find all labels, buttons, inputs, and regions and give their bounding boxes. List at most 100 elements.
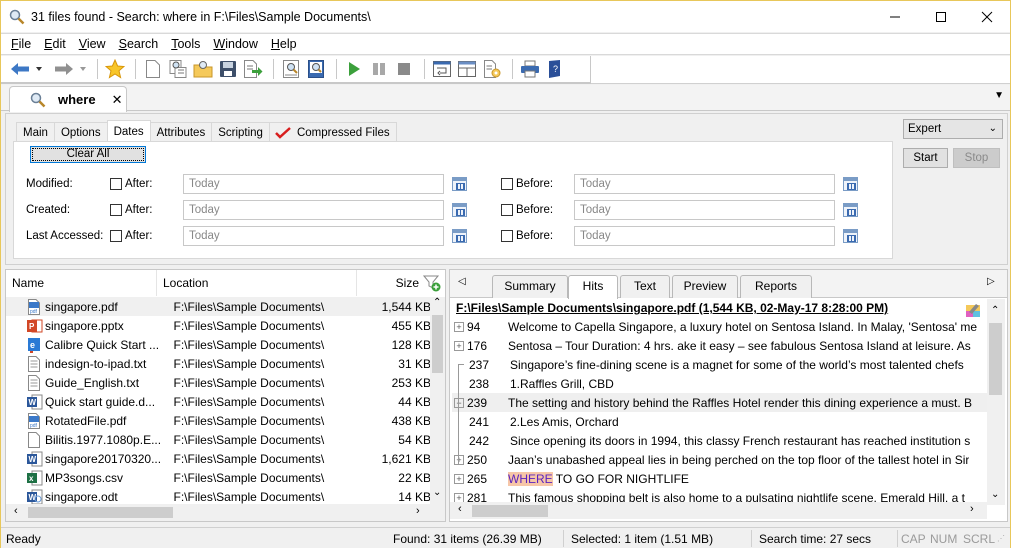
back-button[interactable] [9,58,31,80]
after-checkbox[interactable] [110,204,122,216]
scroll-right-icon[interactable]: › [416,505,420,517]
layout-button[interactable] [456,58,478,80]
back-dropdown-button[interactable] [34,58,44,80]
expand-icon[interactable]: + [454,473,464,484]
results-vertical-scrollbar[interactable]: ⌃ ⌄ [430,297,445,504]
preview-tab-preview[interactable]: Preview [672,275,738,298]
column-header-location[interactable]: Location [157,269,357,296]
clear-all-button[interactable]: Clear All [30,146,146,163]
scroll-left-icon[interactable]: ‹ [458,503,462,515]
favorites-button[interactable] [104,58,126,80]
tab-list-dropdown-icon[interactable]: ▼ [994,90,1004,101]
search-document-button[interactable] [280,58,302,80]
calendar-icon[interactable] [452,203,467,217]
menu-tools[interactable]: Tools [171,37,200,51]
hit-row[interactable]: + 250 Jaan’s unabashed appeal lies in be… [452,450,987,469]
calendar-icon[interactable] [843,177,858,191]
hits-vertical-scrollbar[interactable]: ⌃ ⌄ [987,299,1005,505]
expand-icon[interactable]: + [454,340,464,351]
scroll-down-icon[interactable]: ⌄ [433,487,441,498]
hits-horizontal-scrollbar[interactable]: ‹ › [450,502,987,519]
save-button[interactable] [217,58,239,80]
maximize-button[interactable] [918,1,964,32]
scroll-down-icon[interactable]: ⌄ [991,489,999,500]
mode-select[interactable]: Expert ⌄ [903,119,1003,139]
help-button[interactable]: ? [544,58,566,80]
options-tab-main[interactable]: Main [16,122,55,142]
menu-help[interactable]: Help [271,37,297,51]
after-checkbox[interactable] [110,178,122,190]
menu-window[interactable]: Window [213,37,257,51]
scroll-up-icon[interactable]: ⌃ [991,305,999,316]
result-row[interactable]: W Quick start guide.d... F:\Files\Sample… [6,392,431,411]
expand-icon[interactable]: + [454,321,464,332]
options-tab-options[interactable]: Options [53,122,108,142]
scroll-right-icon[interactable]: › [970,503,974,515]
open-folder-button[interactable] [192,58,214,80]
result-row[interactable]: W singapore20170320... F:\Files\Sample D… [6,449,431,468]
calendar-icon[interactable] [843,203,858,217]
menu-search[interactable]: Search [119,37,159,51]
new-search-button[interactable] [142,58,164,80]
before-checkbox[interactable] [501,230,513,242]
options-tab-attributes[interactable]: Attributes [149,122,213,142]
print-button[interactable] [519,58,541,80]
column-header-size[interactable]: Size [357,270,421,296]
menu-file[interactable]: File [11,37,31,51]
close-button[interactable] [964,1,1010,32]
pause-button[interactable] [368,58,390,80]
options-tab-dates[interactable]: Dates [106,120,151,142]
result-row[interactable]: indesign-to-ipad.txt F:\Files\Sample Doc… [6,354,431,373]
hit-row[interactable]: + 176 Sentosa – Tour Duration: 4 hrs. ak… [452,336,987,355]
resize-grip-icon[interactable]: ⋰ [997,534,1005,543]
options-tab-compressed-files[interactable]: Compressed Files [268,122,397,142]
start-search-button[interactable]: Start [903,148,948,168]
calendar-icon[interactable] [452,229,467,243]
wrap-button[interactable] [431,58,453,80]
hit-row[interactable]: 241 2.Les Amis, Orchard [452,412,987,431]
minimize-button[interactable] [872,1,918,32]
preview-tab-hits[interactable]: Hits [568,275,618,299]
menu-edit[interactable]: Edit [44,37,66,51]
stop-search-button[interactable]: Stop [953,148,1000,168]
scrollbar-thumb[interactable] [989,323,1002,395]
result-row[interactable]: x MP3songs.csv F:\Files\Sample Documents… [6,468,431,487]
close-tab-icon[interactable]: ✕ [112,92,123,108]
calendar-icon[interactable] [843,229,858,243]
expand-icon[interactable]: + [454,492,464,503]
after-date-field[interactable]: Today [183,174,444,194]
highlight-color-icon[interactable] [965,302,981,318]
before-checkbox[interactable] [501,178,513,190]
hit-row[interactable]: 242 Since opening its doors in 1994, thi… [452,431,987,450]
before-date-field[interactable]: Today [574,174,835,194]
hit-row[interactable]: + 94 Welcome to Capella Singapore, a lux… [452,317,987,336]
tabs-scroll-right-icon[interactable]: ▷ [987,276,995,287]
column-header-name[interactable]: Name [6,269,157,296]
after-date-field[interactable]: Today [183,200,444,220]
hits-file-header[interactable]: F:\Files\Sample Documents\singapore.pdf … [456,301,888,315]
hit-row[interactable]: 237 Singapore’s fine-dining scene is a m… [452,355,987,374]
scrollbar-thumb[interactable] [28,507,173,518]
result-row[interactable]: e Calibre Quick Start ... F:\Files\Sampl… [6,335,431,354]
filter-add-icon[interactable] [423,274,441,292]
settings-button[interactable] [481,58,503,80]
menu-view[interactable]: View [79,37,106,51]
result-row[interactable]: pdf RotatedFile.pdf F:\Files\Sample Docu… [6,411,431,430]
stop-button[interactable] [393,58,415,80]
scrollbar-thumb[interactable] [432,315,443,373]
result-row[interactable]: P singapore.pptx F:\Files\Sample Documen… [6,316,431,335]
forward-button[interactable] [53,58,75,80]
before-date-field[interactable]: Today [574,226,835,246]
preview-tab-text[interactable]: Text [620,275,670,298]
before-checkbox[interactable] [501,204,513,216]
preview-tab-reports[interactable]: Reports [740,275,812,298]
preview-tab-summary[interactable]: Summary [492,275,568,298]
search-document-blue-button[interactable] [305,58,327,80]
tabs-scroll-left-icon[interactable]: ◁ [458,276,466,287]
start-button[interactable] [343,58,365,80]
scrollbar-thumb[interactable] [472,505,548,517]
hit-row[interactable]: + 265 WHERE TO GO FOR NIGHTLIFE [452,469,987,488]
open-search-button[interactable] [167,58,189,80]
search-tab-where[interactable]: where ✕ [9,86,127,112]
calendar-icon[interactable] [452,177,467,191]
